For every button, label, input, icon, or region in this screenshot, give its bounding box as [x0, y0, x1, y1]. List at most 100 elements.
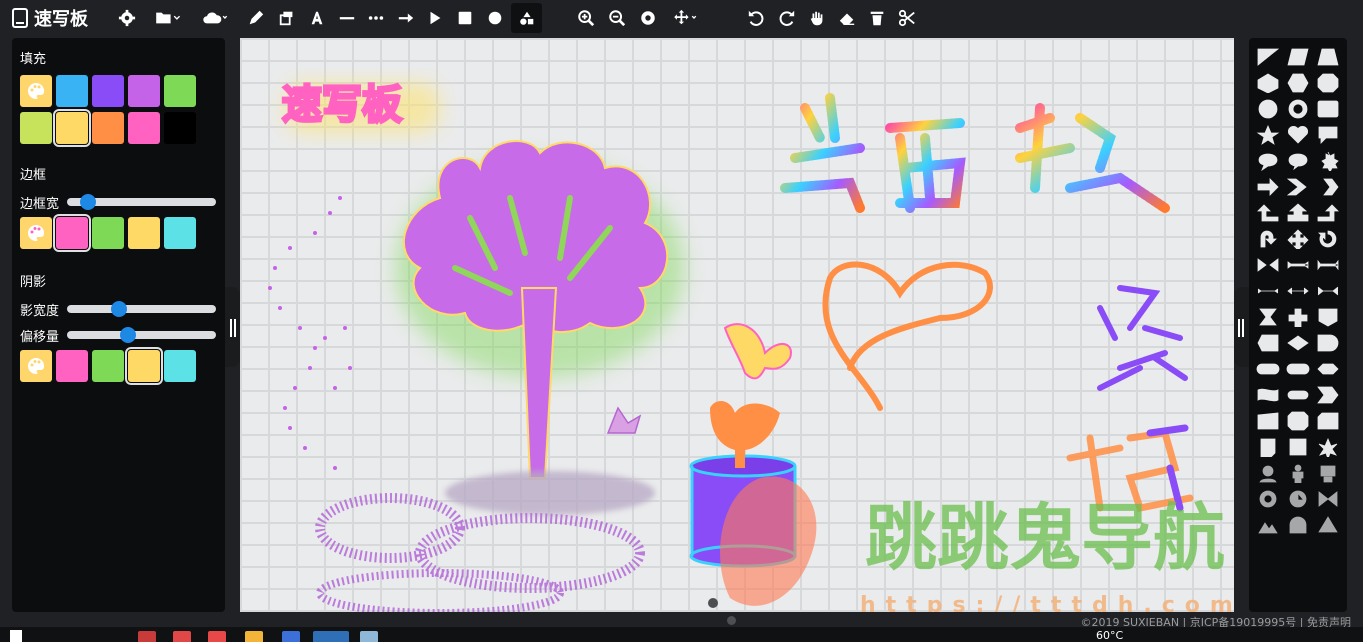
- shape-library-item[interactable]: [1315, 358, 1341, 379]
- shape-library-item[interactable]: [1255, 280, 1281, 301]
- fill-swatch[interactable]: [53, 109, 91, 147]
- taskbar-app-icon[interactable]: [138, 631, 156, 642]
- shape-library-item[interactable]: [1285, 488, 1311, 509]
- shadow-swatch[interactable]: [92, 350, 124, 382]
- shape-library-item[interactable]: [1255, 514, 1281, 535]
- shape-library-item[interactable]: [1255, 202, 1281, 223]
- shape-library-item[interactable]: [1285, 72, 1311, 93]
- shape-library-item[interactable]: [1285, 228, 1311, 249]
- shadow-blur-slider-thumb[interactable]: [110, 301, 127, 317]
- left-panel-collapse-handle[interactable]: [225, 287, 241, 367]
- border-width-slider[interactable]: [67, 194, 216, 210]
- shape-library-item[interactable]: [1255, 306, 1281, 327]
- border-swatch[interactable]: [164, 217, 196, 249]
- shape-library-item[interactable]: [1315, 436, 1341, 457]
- shape-library-item[interactable]: [1285, 384, 1311, 405]
- shape-library-item[interactable]: [1255, 72, 1281, 93]
- redo-button[interactable]: [773, 4, 801, 32]
- cut-button[interactable]: [893, 4, 921, 32]
- fill-swatch[interactable]: [56, 75, 88, 107]
- shape-library-item[interactable]: [1255, 254, 1281, 275]
- shape-library-item[interactable]: [1285, 306, 1311, 327]
- taskbar-app-icon[interactable]: [173, 631, 191, 642]
- shape-library-item[interactable]: [1315, 462, 1341, 483]
- shape-library-item[interactable]: [1315, 202, 1341, 223]
- open-button[interactable]: [148, 4, 186, 32]
- shadow-offset-slider-thumb[interactable]: [120, 327, 137, 343]
- shapes-button[interactable]: [511, 3, 542, 33]
- shape-library-item[interactable]: [1255, 176, 1281, 197]
- zoom-in-button[interactable]: [572, 4, 600, 32]
- shape-library-item[interactable]: [1315, 72, 1341, 93]
- shape-library-item[interactable]: [1285, 358, 1311, 379]
- taskbar-app-icon[interactable]: [208, 631, 226, 642]
- shape-library-item[interactable]: [1315, 514, 1341, 535]
- shape-library-item[interactable]: [1285, 46, 1311, 67]
- download-button[interactable]: [196, 4, 234, 32]
- shadow-offset-slider[interactable]: [67, 327, 216, 343]
- zoom-reset-button[interactable]: [634, 4, 662, 32]
- shape-library-item[interactable]: [1285, 254, 1311, 275]
- circle-button[interactable]: [481, 4, 509, 32]
- pan-button[interactable]: [666, 4, 704, 32]
- shape-library-item[interactable]: [1285, 280, 1311, 301]
- pencil-button[interactable]: [242, 4, 270, 32]
- border-swatch[interactable]: [53, 214, 91, 252]
- taskbar-app-icon[interactable]: [282, 631, 300, 642]
- shape-library-item[interactable]: [1315, 280, 1341, 301]
- shape-library-item[interactable]: [1255, 358, 1281, 379]
- fill-swatch[interactable]: [92, 112, 124, 144]
- shape-library-item[interactable]: [1285, 410, 1311, 431]
- shadow-custom-color-button[interactable]: [20, 350, 52, 382]
- shape-library-item[interactable]: [1315, 254, 1341, 275]
- shape-library-item[interactable]: [1315, 176, 1341, 197]
- undo-button[interactable]: [742, 4, 770, 32]
- eraser-button[interactable]: [833, 4, 861, 32]
- shape-library-item[interactable]: [1255, 150, 1281, 171]
- shape-library-item[interactable]: [1315, 228, 1341, 249]
- shape-library-item[interactable]: [1255, 488, 1281, 509]
- shape-library-item[interactable]: [1315, 306, 1341, 327]
- shape-library-item[interactable]: [1315, 488, 1341, 509]
- shape-library-item[interactable]: [1285, 514, 1311, 535]
- drawing-canvas[interactable]: 速写板 跳跳鬼导航 https://tttdh.com: [240, 38, 1234, 612]
- settings-button[interactable]: [113, 4, 141, 32]
- shape-library-item[interactable]: [1285, 98, 1311, 119]
- shape-library-item[interactable]: [1315, 332, 1341, 353]
- shape-library-item[interactable]: [1255, 410, 1281, 431]
- border-width-slider-thumb[interactable]: [80, 194, 97, 210]
- fill-button[interactable]: [273, 4, 301, 32]
- hand-button[interactable]: [803, 4, 831, 32]
- fill-swatch[interactable]: [164, 112, 196, 144]
- border-swatch[interactable]: [128, 217, 160, 249]
- fill-swatch[interactable]: [20, 112, 52, 144]
- shape-library-item[interactable]: [1255, 124, 1281, 145]
- border-swatch[interactable]: [92, 217, 124, 249]
- shape-library-item[interactable]: [1315, 98, 1341, 119]
- shape-library-item[interactable]: [1255, 46, 1281, 67]
- border-custom-color-button[interactable]: [20, 217, 52, 249]
- shadow-swatch[interactable]: [56, 350, 88, 382]
- trash-button[interactable]: [863, 4, 891, 32]
- shape-library-item[interactable]: [1285, 332, 1311, 353]
- shape-library-item[interactable]: [1285, 462, 1311, 483]
- fill-swatch[interactable]: [128, 112, 160, 144]
- arrow-button[interactable]: [392, 4, 420, 32]
- shape-library-item[interactable]: [1285, 150, 1311, 171]
- shape-library-item[interactable]: [1285, 176, 1311, 197]
- zoom-out-button[interactable]: [603, 4, 631, 32]
- shape-library-item[interactable]: [1285, 124, 1311, 145]
- shadow-blur-slider[interactable]: [67, 301, 216, 317]
- shape-library-item[interactable]: [1255, 332, 1281, 353]
- dotted-line-button[interactable]: [362, 4, 390, 32]
- shape-library-item[interactable]: [1255, 98, 1281, 119]
- shape-library-item[interactable]: [1255, 228, 1281, 249]
- fill-custom-color-button[interactable]: [20, 75, 52, 107]
- line-button[interactable]: [333, 4, 361, 32]
- shadow-swatch[interactable]: [164, 350, 196, 382]
- page-indicator[interactable]: [708, 598, 718, 608]
- taskbar-app-icon[interactable]: [313, 631, 349, 642]
- right-panel-collapse-handle[interactable]: [1233, 287, 1249, 367]
- shape-library-item[interactable]: [1315, 124, 1341, 145]
- fill-swatch[interactable]: [128, 75, 160, 107]
